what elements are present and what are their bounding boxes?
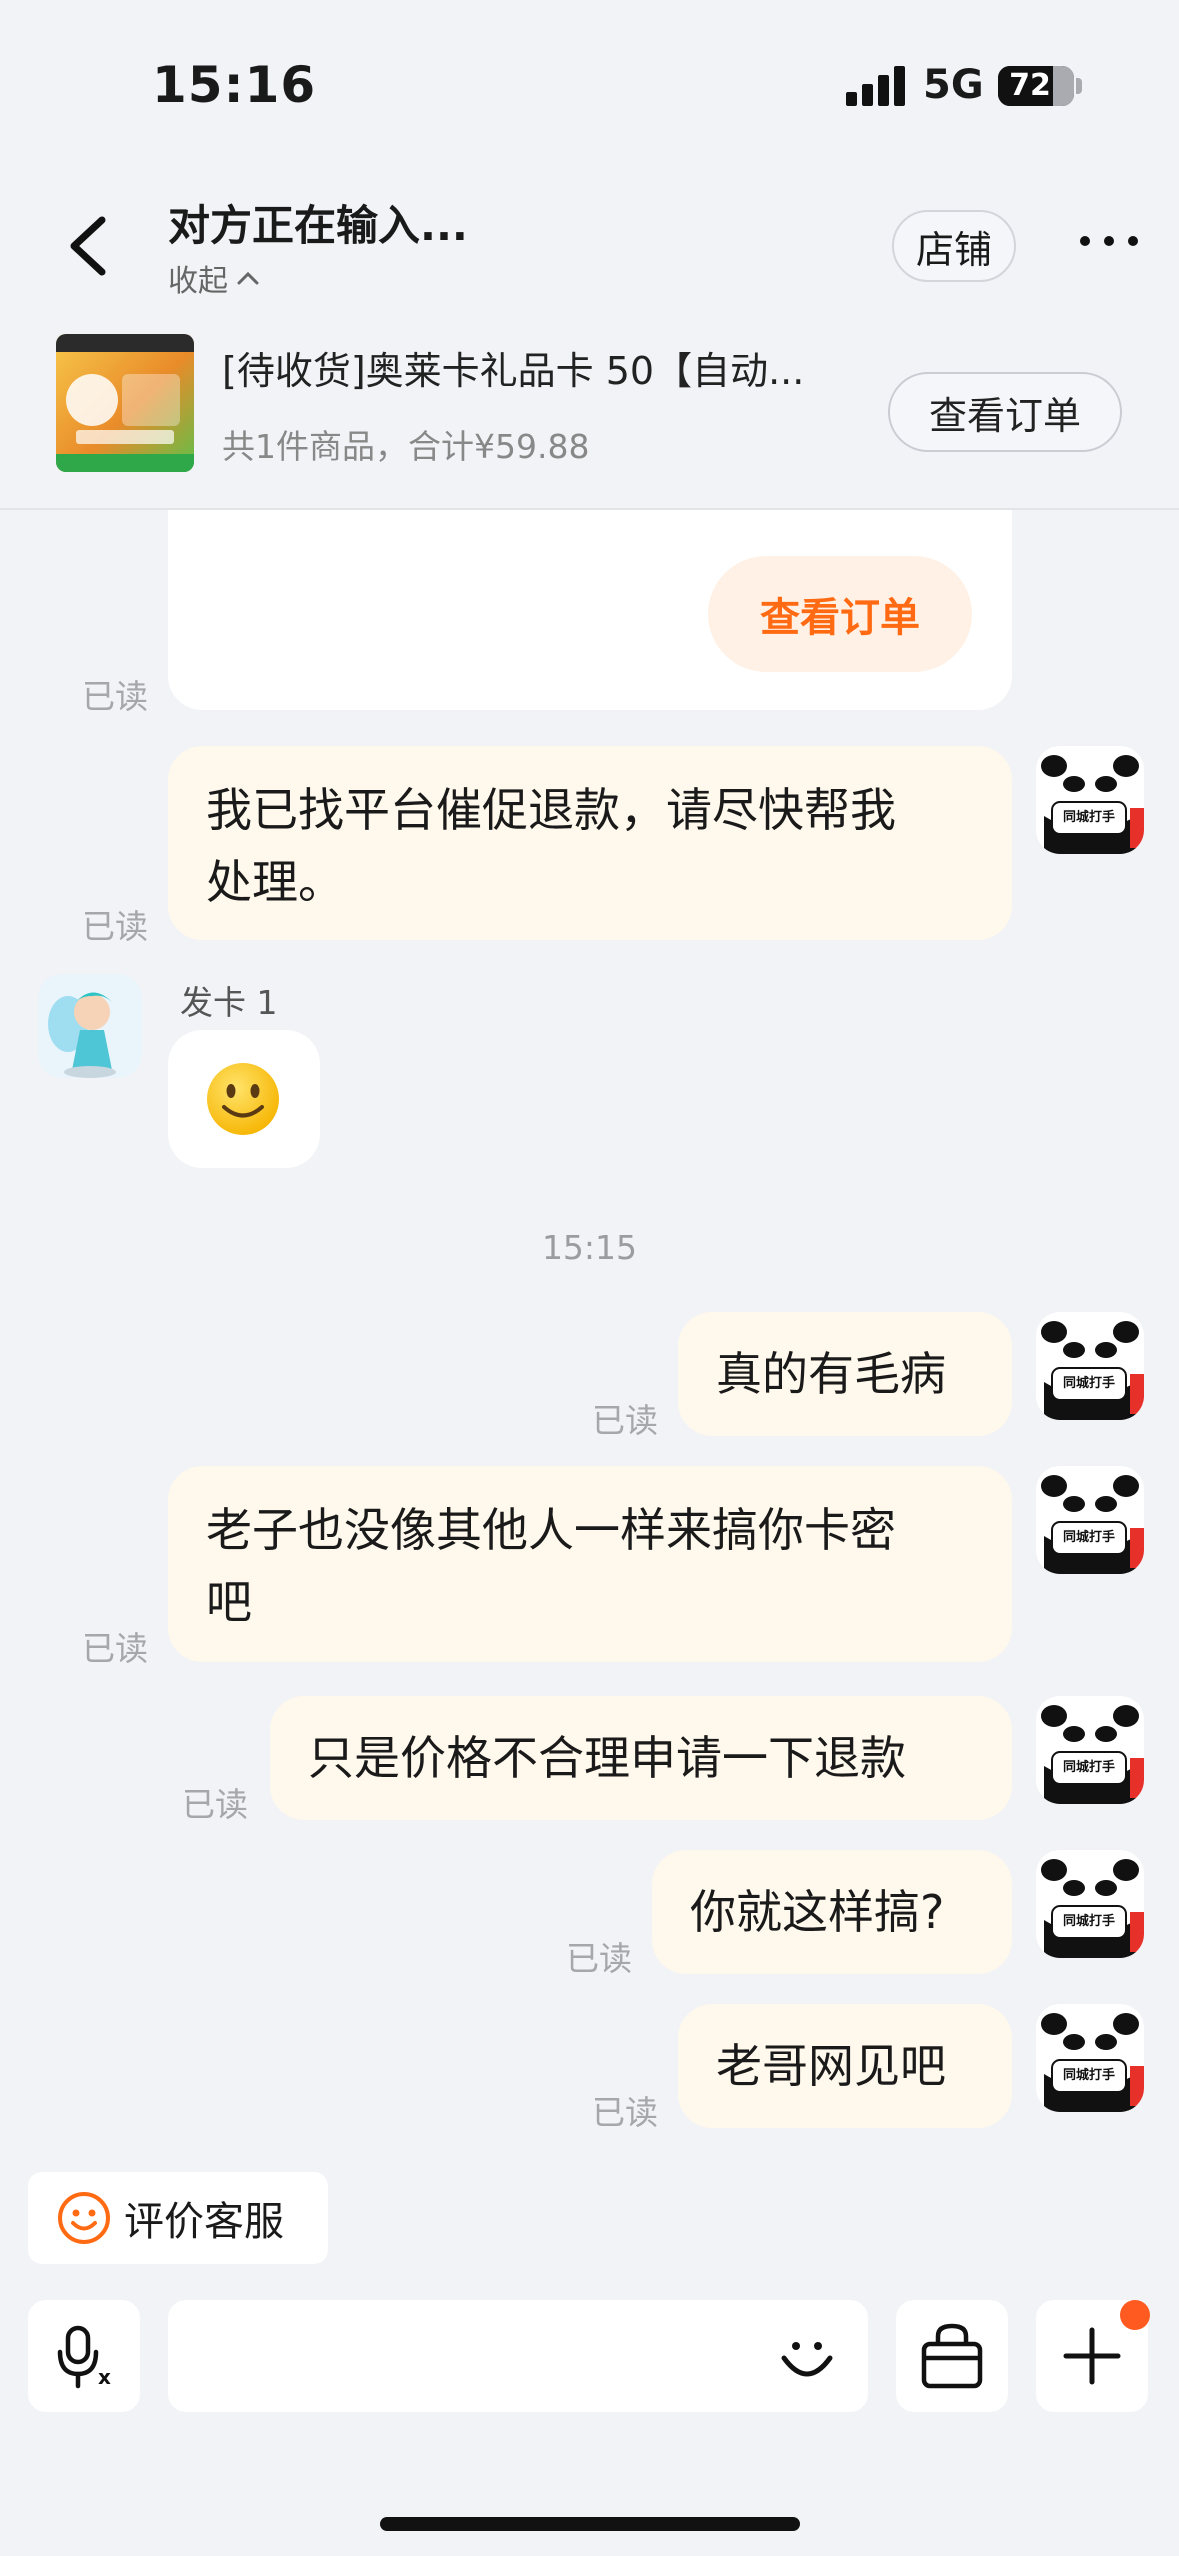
message-input[interactable] [168,2300,868,2412]
smile-emoji-icon [207,1063,279,1135]
status-time: 15:16 [152,56,317,114]
avatar-caption: 同城打手 [1062,1376,1115,1391]
panda-avatar-icon [1041,755,1144,854]
message-bubble-mine[interactable]: 你就这样搞? [652,1850,1012,1974]
read-receipt: 已读 [82,1629,148,1668]
message-bubble-mine[interactable]: 我已找平台催促退款，请尽快帮我 处理。 [168,746,1012,940]
collapse-toggle[interactable]: 收起 [168,256,260,300]
fairy-avatar-icon [48,992,116,1078]
read-receipt: 已读 [182,1785,248,1824]
collapse-label: 收起 [168,264,228,299]
my-avatar[interactable]: 同城打手 [1036,1312,1144,1420]
read-receipt: 已读 [82,907,148,946]
microphone-icon: x [57,2325,111,2389]
panda-avatar-icon [1041,1475,1144,1574]
chat-title: 对方正在输入... [168,201,468,250]
message-text: 老哥网见吧 [716,2039,946,2093]
smiley-rate-icon [58,2192,110,2244]
order-summary: 共1件商品，合计¥59.88 [222,427,590,466]
my-avatar[interactable]: 同城打手 [1036,746,1144,854]
message-text: 你就这样搞? [690,1885,945,1939]
card-view-order-button[interactable]: 查看订单 [708,556,972,672]
shop-button[interactable]: 店铺 [892,210,1016,282]
battery-cap [1076,78,1082,94]
plus-icon [1063,2327,1121,2385]
message-text: 只是价格不合理申请一下退款 [308,1731,906,1785]
message-bubble-mine[interactable]: 老子也没像其他人一样来搞你卡密 吧 [168,1466,1012,1662]
message-bubble-mine[interactable]: 真的有毛病 [678,1312,1012,1436]
avatar-caption: 同城打手 [1062,2068,1115,2083]
notification-dot [1120,2300,1150,2330]
avatar-caption: 同城打手 [1062,1914,1115,1929]
read-receipt: 已读 [566,1939,632,1978]
home-indicator[interactable] [380,2517,800,2531]
seller-avatar[interactable] [38,974,142,1078]
chevron-up-icon [237,271,259,285]
message-text: 真的有毛病 [716,1347,946,1401]
avatar-caption: 同城打手 [1062,1530,1115,1545]
my-avatar[interactable]: 同城打手 [1036,1696,1144,1804]
back-button[interactable] [60,210,120,280]
battery-icon: 72 [998,66,1074,106]
message-bubble-mine[interactable]: 只是价格不合理申请一下退款 [270,1696,1012,1820]
rate-service-label: 评价客服 [124,2199,284,2245]
message-text: 处理。 [206,855,344,909]
message-text: 老子也没像其他人一样来搞你卡密 [206,1503,896,1557]
more-icon[interactable] [1080,236,1140,256]
network-label: 5G [923,62,984,108]
my-avatar[interactable]: 同城打手 [1036,2004,1144,2112]
signal-icon [846,66,906,106]
message-text: 吧 [206,1575,252,1629]
my-avatar[interactable]: 同城打手 [1036,1466,1144,1574]
panda-avatar-icon [1041,1321,1144,1420]
panda-avatar-icon [1041,1859,1144,1958]
avatar-caption: 同城打手 [1062,810,1115,825]
back-arrow-icon [70,216,106,276]
voice-button[interactable]: x [28,2300,140,2412]
product-thumbnail[interactable] [56,334,194,472]
shopping-bag-button[interactable] [896,2300,1008,2412]
read-receipt: 已读 [592,1401,658,1440]
panda-avatar-icon [1041,1705,1144,1804]
time-divider: 15:15 [541,1228,638,1267]
svg-text:x: x [98,2365,111,2389]
gift-card-image [56,334,194,472]
my-avatar[interactable]: 同城打手 [1036,1850,1144,1958]
battery-level: 72 [1009,68,1051,103]
read-receipt: 已读 [82,677,148,716]
order-title[interactable]: [待收货]奥莱卡礼品卡 50【自动... [222,340,872,395]
message-bubble-mine[interactable]: 老哥网见吧 [678,2004,1012,2128]
avatar-caption: 同城打手 [1062,1760,1115,1775]
message-text: 我已找平台催促退款，请尽快帮我 [206,783,896,837]
sender-name: 发卡 1 [180,983,278,1022]
read-receipt: 已读 [592,2093,658,2132]
panda-avatar-icon [1041,2013,1144,2112]
view-order-button[interactable]: 查看订单 [888,372,1122,452]
message-bubble-theirs[interactable] [168,1030,320,1168]
rate-service-button[interactable]: 评价客服 [28,2172,328,2264]
emoji-icon[interactable] [776,2326,838,2388]
shopping-bag-icon [921,2323,983,2389]
